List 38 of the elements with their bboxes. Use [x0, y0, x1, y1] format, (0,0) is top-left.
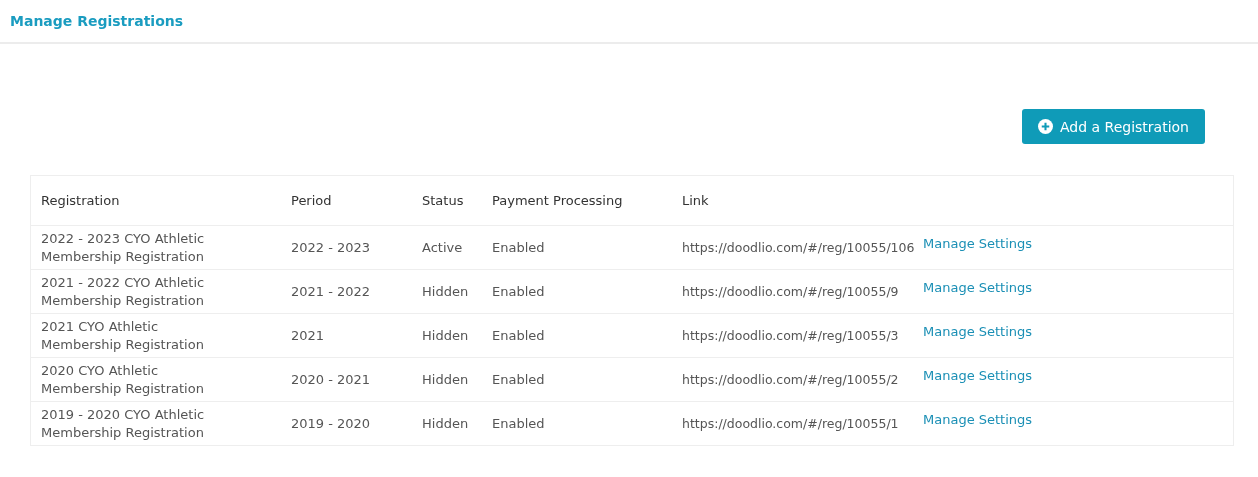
plus-circle-icon [1038, 119, 1053, 134]
table-cell-text: Enabled [491, 414, 546, 433]
add-registration-button[interactable]: Add a Registration [1022, 109, 1205, 144]
table-cell-text: Hidden [421, 326, 470, 345]
table-cell-text: Enabled [491, 370, 546, 389]
column-header: Status [421, 191, 465, 210]
table-cell-text: https://doodlio.com/#/reg/10055/1 [681, 414, 900, 433]
table-cell-text: https://doodlio.com/#/reg/10055/9 [681, 282, 900, 301]
table-cell-text: Hidden [421, 282, 470, 301]
manage-settings-link[interactable]: Manage Settings [913, 322, 1033, 341]
table-cell-text: 2022 - 2023 [290, 238, 372, 257]
column-header: Link [681, 191, 710, 210]
column-header: Registration [40, 191, 121, 210]
table-cell-text: Enabled [491, 282, 546, 301]
table-cell-text: 2021 - 2022 CYO Athletic Membership Registration [40, 273, 206, 310]
table-cell-text: 2020 CYO Athletic Membership Registration [40, 361, 205, 398]
column-header: Period [290, 191, 333, 210]
table-cell-text: Enabled [491, 238, 546, 257]
column-header: Payment Processing [491, 191, 624, 210]
page-title: Manage Registrations [10, 13, 184, 29]
manage-settings-link[interactable]: Manage Settings [913, 410, 1033, 429]
table-cell-text: 2021 [290, 326, 326, 345]
table-cell-text: 2022 - 2023 CYO Athletic Membership Registration [40, 229, 206, 266]
manage-settings-link[interactable]: Manage Settings [913, 366, 1033, 385]
manage-settings-link[interactable]: Manage Settings [913, 278, 1033, 297]
table-cell-text: Hidden [421, 370, 470, 389]
table-cell-text: Hidden [421, 414, 470, 433]
table-cell-text: 2021 CYO Athletic Membership Registration [40, 317, 205, 354]
table-cell-text: Enabled [491, 326, 546, 345]
table-cell-text: Active [421, 238, 464, 257]
table-cell-text: https://doodlio.com/#/reg/10055/106 [681, 238, 913, 257]
manage-settings-link[interactable]: Manage Settings [913, 234, 1033, 253]
table-cell-text: 2021 - 2022 [290, 282, 372, 301]
table-cell-text: 2019 - 2020 [290, 414, 372, 433]
table-cell-text: https://doodlio.com/#/reg/10055/2 [681, 370, 900, 389]
table-cell-text: 2020 - 2021 [290, 370, 372, 389]
table-cell-text: https://doodlio.com/#/reg/10055/3 [681, 326, 900, 345]
table-cell-text: 2019 - 2020 CYO Athletic Membership Registration [40, 405, 206, 442]
